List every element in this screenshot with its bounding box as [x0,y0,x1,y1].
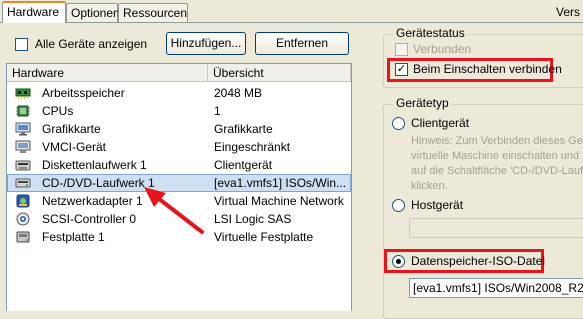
radio-selected-dot [396,259,401,264]
hardware-name: CD-/DVD-Laufwerk 1 [42,176,155,190]
add-hardware-button[interactable]: Hinzufügen... [166,32,246,55]
connected-label: Verbunden [413,42,472,56]
client-device-radio[interactable] [392,117,405,130]
hardware-summary: LSI Logic SAS [214,212,292,226]
host-device-radio[interactable] [392,199,405,212]
device-status-title: Gerätestatus [393,26,468,40]
hardware-name: CPUs [42,104,74,118]
hardware-name: Festplatte 1 [42,230,105,244]
column-header-hardware[interactable]: Hardware [7,64,208,82]
hardware-row-cpus[interactable]: CPUs 1 [7,102,351,120]
scsi-icon [16,212,30,226]
hardware-summary: Eingeschränkt [214,140,291,154]
hardware-row-graphics[interactable]: Grafikkarte Grafikkarte [7,120,351,138]
hardware-name: VMCI-Gerät [42,140,107,154]
host-device-select[interactable] [409,218,583,238]
tab-version-cut[interactable]: Vers [556,5,580,19]
client-hint: Hinweis: Zum Verbinden dieses Gerä virtu… [411,134,583,194]
iso-file-radio[interactable] [392,255,405,268]
tab-divider [0,22,583,23]
hardware-summary: Virtual Machine Network [214,194,344,208]
column-header-summary[interactable]: Übersicht [208,64,351,82]
device-type-title: Gerätetyp [393,96,452,110]
memory-icon [15,88,31,99]
monitor-icon [15,122,31,136]
tab-ressourcen[interactable]: Ressourcen [118,3,188,22]
network-icon [16,194,30,208]
tab-optionen[interactable]: Optionen [66,3,120,22]
hardware-summary: Grafikkarte [214,122,273,136]
hardware-summary: Virtuelle Festplatte [214,230,314,244]
host-device-label: Hostgerät [411,198,464,212]
harddisk-icon [16,231,30,243]
client-hint-line: Hinweis: Zum Verbinden dieses Gerä [411,135,583,147]
tab-hardware[interactable]: Hardware [2,1,66,23]
hardware-summary: 2048 MB [214,86,263,100]
client-hint-line: virtuelle Maschine einschalten und i [411,150,583,162]
hardware-name: Diskettenlaufwerk 1 [42,158,147,172]
hardware-name: SCSI-Controller 0 [42,212,137,226]
hardware-summary: [eva1.vmfs1] ISOs/Win... [214,176,347,190]
vmci-icon [15,140,31,153]
connect-on-power-label: Beim Einschalten verbinden [413,62,562,76]
connected-checkbox[interactable] [395,43,408,56]
remove-hardware-button[interactable]: Entfernen [255,32,349,55]
annotation-arrow [144,187,204,234]
floppy-icon [15,160,31,171]
hardware-summary: 1 [214,104,221,118]
hardware-row-memory[interactable]: Arbeitsspeicher 2048 MB [7,84,351,102]
hardware-row-floppy[interactable]: Diskettenlaufwerk 1 Clientgerät [7,156,351,174]
hardware-name: Grafikkarte [42,122,101,136]
client-hint-line: klicken. [411,180,448,192]
cd-drive-icon [15,178,31,188]
client-hint-line: auf die Schaltfläche 'CD-/DVD-Laufw [411,165,583,177]
connect-on-power-checkbox[interactable]: ✓ [395,63,408,76]
show-all-devices-checkbox[interactable] [15,38,28,51]
hardware-name: Netzwerkadapter 1 [42,194,143,208]
iso-file-path-field[interactable]: [eva1.vmfs1] ISOs/Win2008_R2_x [409,278,583,298]
client-device-label: Clientgerät [411,116,470,130]
hardware-row-vmci[interactable]: VMCI-Gerät Eingeschränkt [7,138,351,156]
show-all-devices-label: Alle Geräte anzeigen [35,37,148,51]
hardware-summary: Clientgerät [214,158,273,172]
iso-file-label: Datenspeicher-ISO-Datei [411,254,546,268]
cpu-icon [16,105,30,117]
hardware-name: Arbeitsspeicher [42,86,125,100]
